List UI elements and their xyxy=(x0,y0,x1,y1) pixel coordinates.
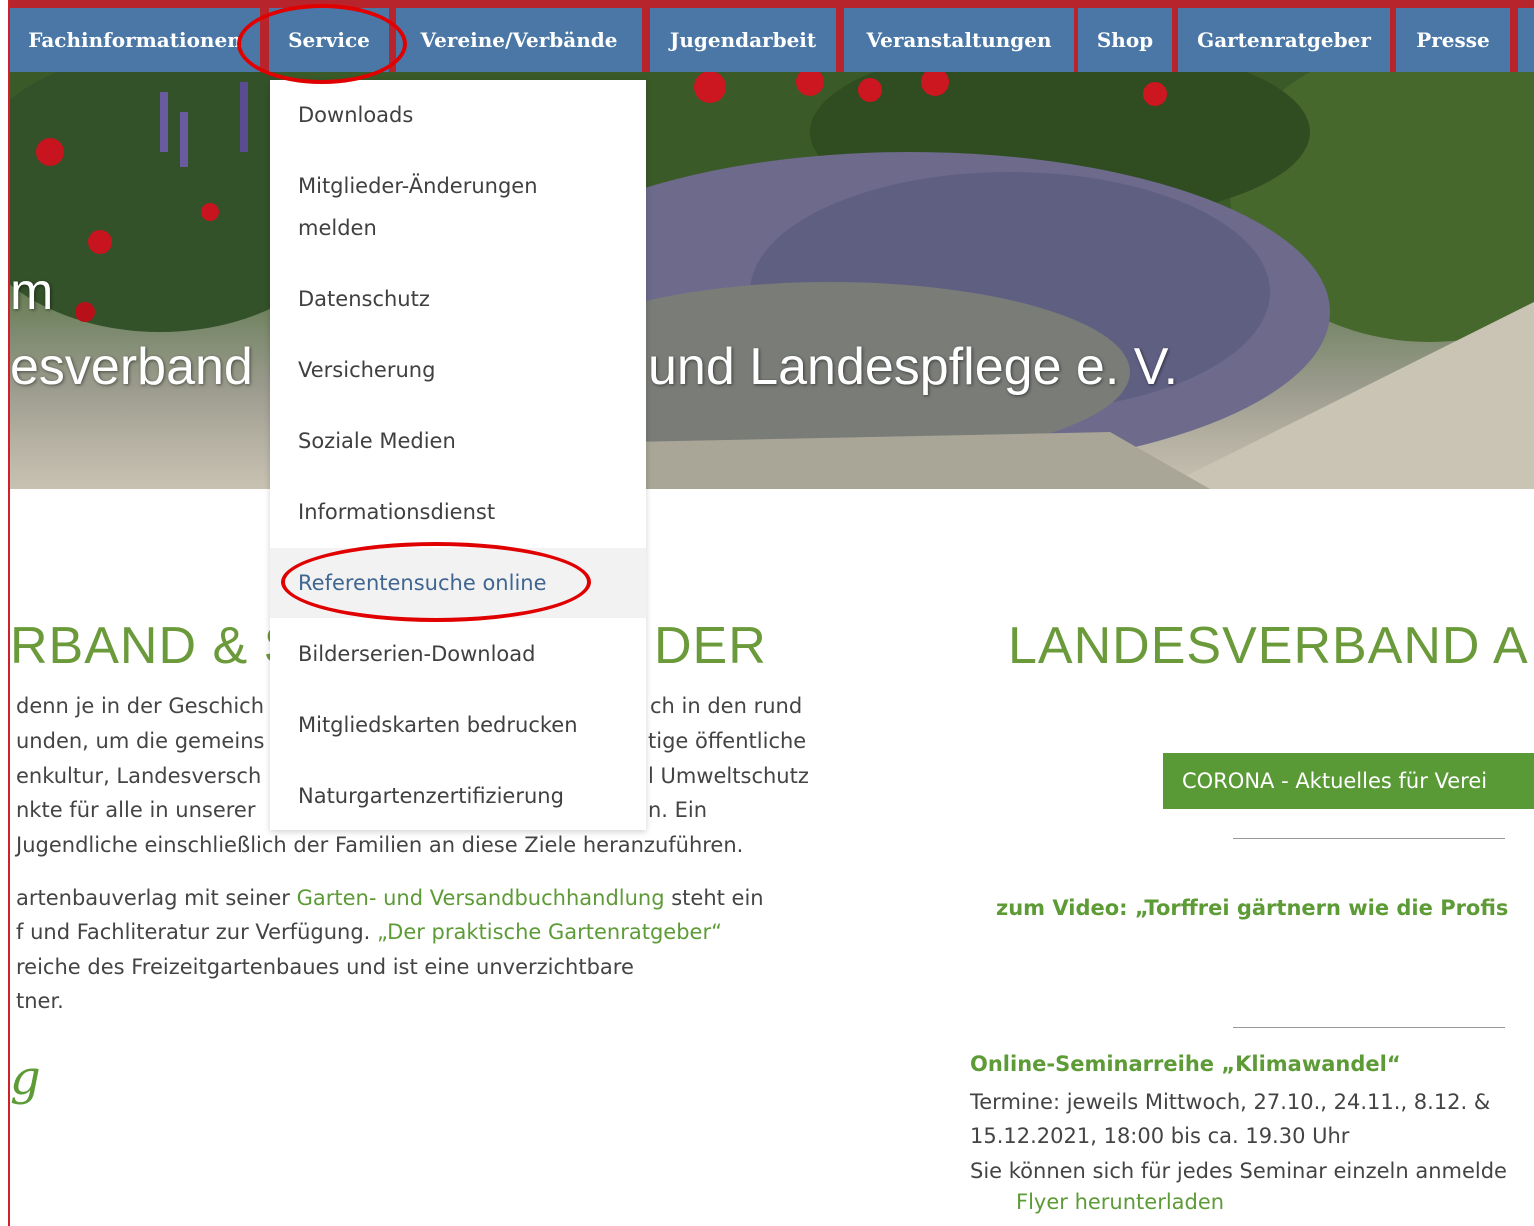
hero-title-fragment: m xyxy=(10,263,54,321)
menu-item-soziale-medien[interactable]: Soziale Medien xyxy=(298,420,456,462)
signature-mark: g xyxy=(10,1050,41,1106)
paragraph-line-right: n. Ein xyxy=(648,798,708,822)
nav-item-shop[interactable]: Shop xyxy=(1078,8,1172,72)
hero-subtitle-left: esverband xyxy=(10,338,253,396)
seminar-line: 15.12.2021, 18:00 bis ca. 19.30 Uhr xyxy=(970,1124,1350,1148)
page-left-border xyxy=(8,0,10,1226)
paragraph-line: unden, um die gemeins xyxy=(16,729,265,753)
paragraph-line-right: ch in den rund xyxy=(650,694,803,718)
nav-item-overflow[interactable] xyxy=(1518,8,1534,72)
paragraph-line: nkte für alle in unserer xyxy=(16,798,256,822)
paragraph-line-right: l Umweltschutz xyxy=(648,764,809,788)
menu-item-informationsdienst[interactable]: Informationsdienst xyxy=(298,491,495,533)
paragraph-line: reiche des Freizeitgartenbaues und ist e… xyxy=(16,955,634,979)
text-fragment: f und Fachliteratur zur Verfügung. xyxy=(16,920,378,944)
paragraph-line: denn je in der Geschich xyxy=(16,694,265,718)
menu-item-bilderserien-download[interactable]: Bilderserien-Download xyxy=(298,633,535,675)
hero-banner: m esverband und Landespflege e. V. xyxy=(10,72,1534,489)
nav-item-service[interactable]: Service xyxy=(269,8,389,72)
section-heading-right: LANDESVERBAND A xyxy=(1008,617,1529,675)
nav-item-veranstaltungen[interactable]: Veranstaltungen xyxy=(844,8,1074,72)
paragraph-line: f und Fachliteratur zur Verfügung. „Der … xyxy=(16,915,722,950)
nav-item-gartenratgeber[interactable]: Gartenratgeber xyxy=(1178,8,1390,72)
hero-subtitle-right: und Landespflege e. V. xyxy=(648,338,1179,396)
text-fragment: artenbauverlag mit seiner xyxy=(16,886,297,910)
seminar-line: Termine: jeweils Mittwoch, 27.10., 24.11… xyxy=(970,1090,1491,1114)
menu-item-versicherung[interactable]: Versicherung xyxy=(298,349,435,391)
nav-item-presse[interactable]: Presse xyxy=(1396,8,1510,72)
main-navigation: Fachinformationen Service Vereine/Verbän… xyxy=(10,0,1534,72)
section-heading-left: RBAND & S xyxy=(10,617,300,675)
menu-item-referentensuche-online[interactable]: Referentensuche online xyxy=(298,562,547,604)
paragraph-line: Jugendliche einschließlich der Familien … xyxy=(16,833,744,857)
menu-item-mitglieder-aenderungen-cont[interactable]: melden xyxy=(298,207,377,249)
paragraph-line: tner. xyxy=(16,989,64,1013)
text-fragment: steht ein xyxy=(664,886,764,910)
paragraph-line: enkultur, Landesversch xyxy=(16,764,262,788)
menu-item-mitgliedskarten-bedrucken[interactable]: Mitgliedskarten bedrucken xyxy=(298,704,578,746)
nav-item-jugendarbeit[interactable]: Jugendarbeit xyxy=(650,8,836,72)
seminar-line: Sie können sich für jedes Seminar einzel… xyxy=(970,1159,1507,1183)
menu-item-datenschutz[interactable]: Datenschutz xyxy=(298,278,430,320)
menu-item-mitglieder-aenderungen[interactable]: Mitglieder-Änderungen xyxy=(298,165,538,207)
nav-item-fachinformationen[interactable]: Fachinformationen xyxy=(10,8,260,72)
section-heading-left-end: DER xyxy=(654,617,767,675)
service-dropdown-menu: Downloads Mitglieder-Änderungen melden D… xyxy=(270,80,646,830)
menu-item-downloads[interactable]: Downloads xyxy=(298,94,413,136)
garden-photo xyxy=(10,72,1534,489)
bookshop-link[interactable]: Garten- und Versandbuchhandlung xyxy=(297,886,665,910)
divider xyxy=(1233,838,1505,839)
paragraph-line: artenbauverlag mit seiner Garten- und Ve… xyxy=(16,881,764,916)
divider xyxy=(1233,1027,1505,1028)
paragraph-line-right: tige öffentliche xyxy=(648,729,807,753)
corona-news-button[interactable]: CORONA - Aktuelles für Verei xyxy=(1163,753,1534,809)
gartenratgeber-link[interactable]: „Der praktische Gartenratgeber“ xyxy=(377,920,722,944)
menu-item-naturgartenzertifizierung[interactable]: Naturgartenzertifizierung xyxy=(298,775,564,817)
seminar-title: Online-Seminarreihe „Klimawandel“ xyxy=(970,1052,1401,1076)
nav-item-vereine-verbaende[interactable]: Vereine/Verbände xyxy=(396,8,642,72)
flyer-download-link[interactable]: Flyer herunterladen xyxy=(1016,1190,1224,1214)
video-link[interactable]: zum Video: „Torffrei gärtnern wie die Pr… xyxy=(996,896,1508,920)
